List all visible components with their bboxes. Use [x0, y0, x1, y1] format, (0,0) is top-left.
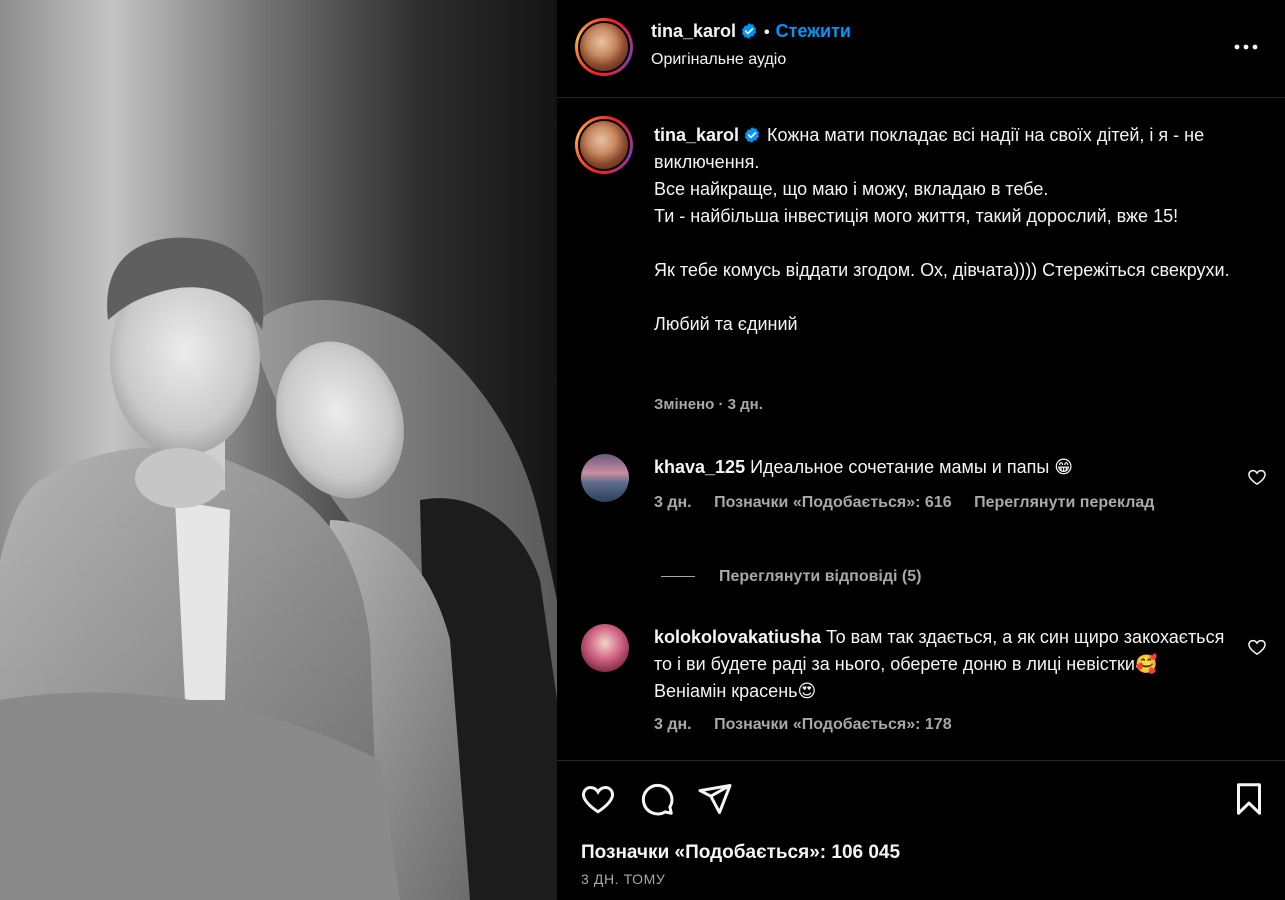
commenter-username[interactable]: khava_125 [654, 457, 745, 477]
post-photo[interactable] [0, 0, 557, 900]
caption-line [654, 284, 1254, 311]
commenter-avatar[interactable] [581, 624, 629, 672]
caption-line: tina_karol Кожна мати покладає всі надії … [654, 122, 1254, 176]
verified-badge-icon [744, 127, 760, 143]
like-heart-icon[interactable] [580, 781, 616, 817]
comment-icon[interactable] [639, 781, 675, 817]
caption-line: Ти - найбільша інвестиція мого життя, та… [654, 206, 1179, 226]
more-options-icon[interactable] [1231, 32, 1261, 62]
heart-icon[interactable] [1247, 637, 1267, 657]
post-details-panel: tina_karol • Стежити Оригінальне аудіо tin… [557, 0, 1285, 900]
comment-likes[interactable]: Позначки «Подобається»: 616 [714, 494, 952, 511]
comment-body: khava_125 Идеальное сочетание мамы и пап… [654, 454, 1234, 481]
author-line: tina_karol • Стежити [651, 21, 851, 42]
post-header: tina_karol • Стежити Оригінальне аудіо [557, 0, 1285, 98]
caption-line: Як тебе комусь віддати згодом. Ох, дівча… [654, 260, 1230, 280]
verified-badge-icon [741, 23, 757, 39]
audio-label[interactable]: Оригінальне аудіо [651, 51, 786, 69]
view-replies-button[interactable]: Переглянути відповіді (5) [661, 568, 921, 586]
caption-text: tina_karol Кожна мати покладає всі надії … [654, 122, 1254, 338]
photo-illustration [0, 0, 557, 900]
caption-author-avatar[interactable] [575, 116, 633, 174]
comment-meta: 3 дн. Позначки «Подобається»: 178 [654, 716, 970, 734]
follow-button[interactable]: Стежити [776, 21, 851, 41]
author-username[interactable]: tina_karol [651, 21, 736, 41]
comment-likes[interactable]: Позначки «Подобається»: 178 [714, 716, 952, 733]
commenter-username[interactable]: kolokolovakatiusha [654, 627, 821, 647]
caption-username[interactable]: tina_karol [654, 125, 739, 145]
heart-icon[interactable] [1247, 467, 1267, 487]
replies-divider-line [661, 576, 695, 578]
see-translation-link[interactable]: Переглянути переклад [974, 494, 1154, 511]
comment-time[interactable]: 3 дн. [654, 494, 692, 511]
caption-line: Любий та єдиний [654, 314, 798, 334]
bookmark-icon[interactable] [1231, 781, 1267, 817]
comment-time[interactable]: 3 дн. [654, 716, 692, 733]
comment-meta: 3 дн. Позначки «Подобається»: 616 Перегл… [654, 494, 1172, 512]
caption-meta: Змінено · 3 дн. [654, 396, 763, 413]
separator-dot: • [764, 24, 770, 41]
likes-count[interactable]: Позначки «Подобається»: 106 045 [581, 842, 900, 864]
caption-line: Все найкраще, що маю і можу, вкладаю в т… [654, 179, 1049, 199]
caption-line [654, 230, 1254, 257]
commenter-avatar[interactable] [581, 454, 629, 502]
post-timestamp[interactable]: 3 ДН. ТОМУ [581, 871, 665, 887]
share-icon[interactable] [697, 781, 733, 817]
comment-text: Идеальное сочетание мамы и папы 😁 [750, 457, 1074, 477]
post-actions: Позначки «Подобається»: 106 045 3 ДН. ТО… [557, 760, 1285, 900]
comment-body: kolokolovakatiusha То вам так здається, … [654, 624, 1234, 705]
view-replies-label: Переглянути відповіді (5) [719, 568, 922, 585]
author-avatar[interactable] [575, 18, 633, 76]
